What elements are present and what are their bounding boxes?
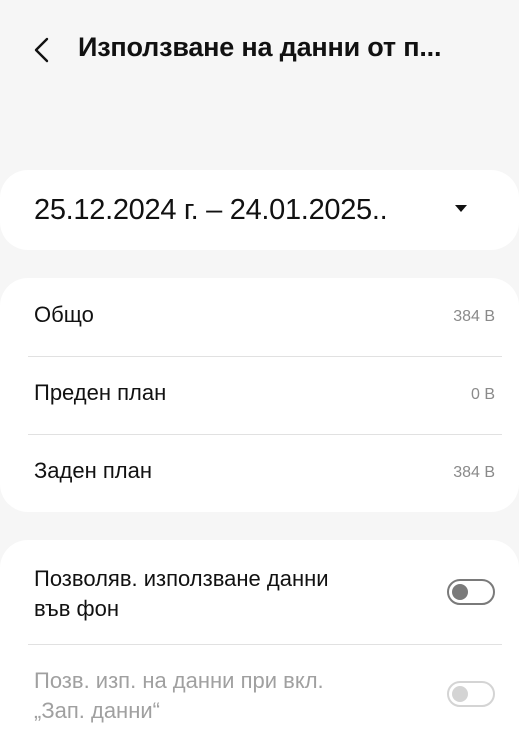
background-data-label: Позволяв. използване данни във фон (34, 566, 329, 621)
background-data-card: Позволяв. използване данни във фон Позв.… (0, 540, 519, 750)
toggle-knob (452, 686, 468, 702)
app-header: Използване на данни от п... (0, 0, 519, 100)
chevron-left-icon (34, 37, 49, 63)
usage-label: Преден план (34, 380, 167, 405)
toggle-knob (452, 584, 468, 600)
background-data-toggle[interactable] (447, 579, 495, 605)
date-range-selector[interactable]: 25.12.2024 г. – 24.01.2025.. (0, 170, 519, 250)
page-title: Използване на данни от п... (78, 32, 442, 62)
date-range-text: 25.12.2024 г. – 24.01.2025.. (34, 194, 388, 226)
usage-label: Заден план (34, 458, 152, 483)
usage-row-foreground: Преден план 0 B (0, 356, 519, 434)
divider (28, 644, 502, 645)
dropdown-arrow-icon[interactable] (455, 205, 467, 212)
usage-label: Общо (34, 302, 94, 327)
data-saver-label: Позв. изп. на данни при вкл. „Зап. данни… (34, 668, 324, 723)
usage-value: 384 B (453, 464, 495, 481)
data-saver-toggle[interactable] (447, 681, 495, 707)
back-button[interactable] (24, 30, 60, 70)
usage-row-total: Общо 384 B (0, 278, 519, 356)
usage-value: 384 B (453, 308, 495, 325)
usage-card: Общо 384 B Преден план 0 B Заден план 38… (0, 278, 519, 512)
usage-value: 0 B (470, 386, 495, 403)
usage-row-background: Заден план 384 B (0, 434, 519, 512)
